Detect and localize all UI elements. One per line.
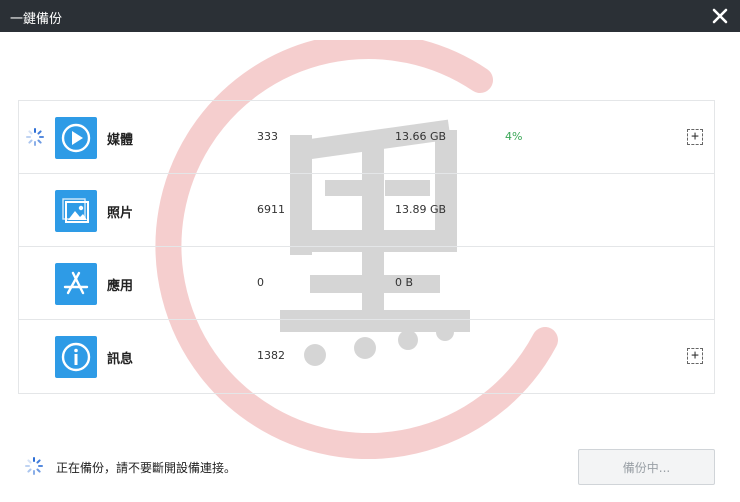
category-name: 應用 (107, 279, 134, 294)
status-message: 正在備份，請不要斷開設備連接。 (56, 461, 237, 475)
loading-spinner-icon (26, 128, 44, 146)
category-name: 媒體 (107, 133, 134, 148)
item-count: 333 (257, 130, 278, 143)
item-count: 0 (257, 276, 264, 289)
item-count: 1382 (257, 349, 285, 362)
category-row-messages: 訊息 1382 + (19, 320, 714, 393)
data-size: 0 B (395, 276, 414, 289)
expand-button[interactable]: + (687, 348, 703, 364)
photo-icon (55, 190, 97, 232)
close-icon[interactable] (708, 4, 732, 28)
backup-category-list: 媒體 333 13.66 GB 4% + 照片 6911 13.89 GB 應用… (18, 100, 715, 394)
category-name: 照片 (107, 206, 134, 221)
window-title: 一鍵備份 (10, 12, 63, 27)
expand-button[interactable]: + (687, 129, 703, 145)
backup-in-progress-button[interactable]: 備份中... (578, 449, 715, 485)
data-size: 13.89 GB (395, 203, 447, 216)
info-icon (55, 336, 97, 378)
category-row-apps: 應用 0 0 B (19, 247, 714, 320)
app-store-icon (55, 263, 97, 305)
title-bar: 一鍵備份 (0, 0, 740, 32)
category-name: 訊息 (107, 352, 134, 367)
item-count: 6911 (257, 203, 285, 216)
play-icon (55, 117, 97, 159)
category-row-media: 媒體 333 13.66 GB 4% + (19, 101, 714, 174)
category-row-photos: 照片 6911 13.89 GB (19, 174, 714, 247)
loading-spinner-icon (25, 457, 43, 475)
data-size: 13.66 GB (395, 130, 447, 143)
backup-progress: 4% (505, 130, 523, 143)
